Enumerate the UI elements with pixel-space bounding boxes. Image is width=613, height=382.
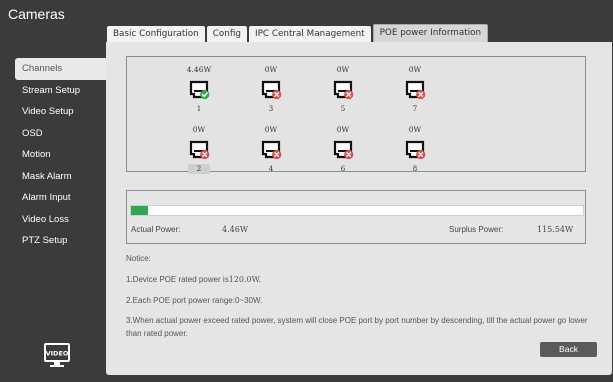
surplus-power-value: 115.54W xyxy=(537,225,574,234)
ethernet-port-icon xyxy=(404,78,426,100)
port-power-value: 4.46W xyxy=(186,65,212,74)
tab-bar: Basic Configuration Config IPC Central M… xyxy=(107,24,490,42)
check-icon xyxy=(200,89,210,100)
tab-config[interactable]: Config xyxy=(206,26,247,42)
port-power-value: 0W xyxy=(408,125,422,134)
notice-line-1-text: 1.Device POE rated power is xyxy=(126,275,229,284)
video-logo-icon: VIDEO xyxy=(42,340,72,370)
ethernet-port-icon xyxy=(260,78,282,100)
port-power-value: 0W xyxy=(264,125,278,134)
tab-basic-configuration[interactable]: Basic Configuration xyxy=(107,26,205,42)
power-panel: Actual Power: 4.46W Surplus Power: 115.5… xyxy=(126,190,586,244)
poe-port-panel: 4.46W 1 0W 3 0W 5 0W 7 0W 2 0W 4 0W 6 0W 8 xyxy=(126,56,586,174)
power-usage-fill xyxy=(131,206,148,215)
sidebar-item-stream-setup[interactable]: Stream Setup xyxy=(13,80,107,102)
sidebar-item-video-setup[interactable]: Video Setup xyxy=(13,101,107,123)
content-panel: 4.46W 1 0W 3 0W 5 0W 7 0W 2 0W 4 0W 6 0W 8 Actual Power… xyxy=(106,42,612,375)
power-usage-bar xyxy=(130,205,584,216)
port-power-value: 0W xyxy=(264,65,278,74)
poe-port-6: 0W 6 xyxy=(323,125,363,174)
port-number: 4 xyxy=(268,165,274,173)
port-number: 1 xyxy=(196,105,202,113)
ethernet-port-icon xyxy=(332,138,354,160)
svg-text:VIDEO: VIDEO xyxy=(46,350,69,358)
rated-power-value: 120.0W. xyxy=(228,275,261,284)
ethernet-port-icon xyxy=(404,138,426,160)
poe-port-7: 0W 7 xyxy=(395,65,435,114)
sidebar-item-ptz-setup[interactable]: PTZ Setup xyxy=(13,230,107,252)
sidebar-item-osd[interactable]: OSD xyxy=(13,123,107,145)
sidebar-item-video-loss[interactable]: Video Loss xyxy=(13,209,107,231)
port-number: 6 xyxy=(340,165,346,173)
app-title: Cameras xyxy=(8,6,65,22)
poe-port-4: 0W 4 xyxy=(251,125,291,174)
back-button[interactable]: Back xyxy=(540,342,597,357)
port-number: 2 xyxy=(188,164,210,174)
notice-line-3: 3.When actual power exceed rated power, … xyxy=(126,316,588,338)
tab-ipc-central-management[interactable]: IPC Central Management xyxy=(248,26,371,42)
port-power-value: 0W xyxy=(336,125,350,134)
surplus-power-label: Surplus Power: xyxy=(449,225,504,234)
sidebar-item-alarm-input[interactable]: Alarm Input xyxy=(13,187,107,209)
sidebar: Channels Stream Setup Video Setup OSD Mo… xyxy=(13,58,107,252)
actual-power-label: Actual Power: xyxy=(131,225,181,234)
poe-port-1: 4.46W 1 xyxy=(179,65,219,114)
port-power-value: 0W xyxy=(336,65,350,74)
sidebar-item-channels[interactable]: Channels xyxy=(15,58,107,80)
port-number: 3 xyxy=(268,105,274,113)
ethernet-port-icon xyxy=(332,78,354,100)
tab-poe-power-information[interactable]: POE power Information xyxy=(372,24,489,42)
notice-title: Notice: xyxy=(126,254,151,263)
port-power-value: 0W xyxy=(192,125,206,134)
port-number: 7 xyxy=(412,105,418,113)
poe-port-8: 0W 8 xyxy=(395,125,435,174)
port-power-value: 0W xyxy=(408,65,422,74)
poe-port-3: 0W 3 xyxy=(251,65,291,114)
ethernet-port-icon xyxy=(188,78,210,100)
sidebar-item-mask-alarm[interactable]: Mask Alarm xyxy=(13,166,107,188)
poe-port-2: 0W 2 xyxy=(179,125,219,174)
port-number: 8 xyxy=(412,165,418,173)
ethernet-port-icon xyxy=(188,138,210,160)
poe-port-5: 0W 5 xyxy=(323,65,363,114)
notice-line-2: 2.Each POE port power range:0~30W. xyxy=(126,296,263,305)
sidebar-item-motion[interactable]: Motion xyxy=(13,144,107,166)
notice-line-1: 1.Device POE rated power is120.0W. xyxy=(126,275,261,284)
ethernet-port-icon xyxy=(260,138,282,160)
actual-power-value: 4.46W xyxy=(222,225,249,234)
port-number: 5 xyxy=(340,105,346,113)
